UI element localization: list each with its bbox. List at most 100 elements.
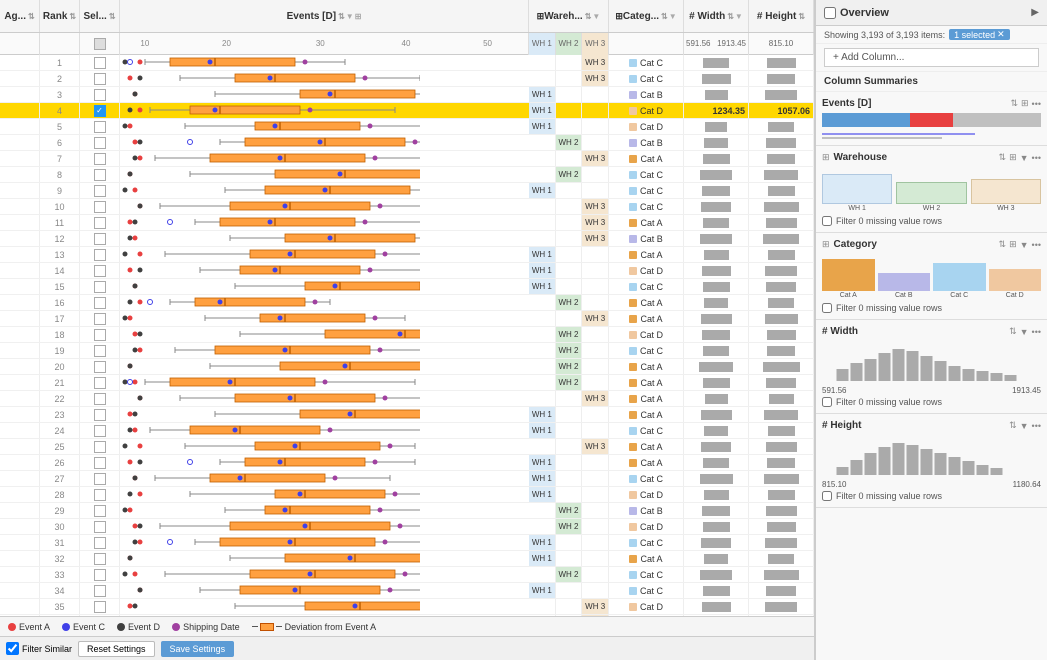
- height-sort-icon[interactable]: ⇅: [798, 12, 805, 21]
- sel-sort-icon[interactable]: ⇅: [109, 12, 116, 21]
- sel-cell[interactable]: [80, 151, 120, 166]
- cat-sort-icon[interactable]: ⇅: [999, 239, 1007, 250]
- row-checkbox[interactable]: [94, 457, 106, 469]
- row-checkbox[interactable]: [94, 505, 106, 517]
- sel-cell[interactable]: [80, 215, 120, 230]
- save-settings-button[interactable]: Save Settings: [161, 641, 235, 657]
- table-row[interactable]: 11: [0, 215, 814, 231]
- table-row[interactable]: 20: [0, 359, 814, 375]
- row-checkbox[interactable]: [94, 73, 106, 85]
- height-filter-checkbox[interactable]: [822, 491, 832, 501]
- height-sort-icon2[interactable]: ⇅: [1009, 420, 1017, 431]
- row-checkbox[interactable]: [94, 89, 106, 101]
- table-row[interactable]: 17: [0, 311, 814, 327]
- table-row[interactable]: 6: [0, 135, 814, 151]
- table-row[interactable]: 31: [0, 535, 814, 551]
- row-checkbox[interactable]: [94, 153, 106, 165]
- table-row[interactable]: 24: [0, 423, 814, 439]
- width-filter-icon[interactable]: ▼: [735, 12, 743, 21]
- row-checkbox[interactable]: [94, 409, 106, 421]
- table-row[interactable]: 30: [0, 519, 814, 535]
- sel-cell[interactable]: ✓: [80, 103, 120, 118]
- warehouse-sort-icon[interactable]: ⇅: [585, 12, 592, 21]
- row-checkbox[interactable]: [94, 121, 106, 133]
- category-filter-icon[interactable]: ▼: [669, 12, 677, 21]
- sel-cell[interactable]: [80, 199, 120, 214]
- overview-checkbox[interactable]: [824, 7, 836, 19]
- wh-view-icon[interactable]: ⊞: [1009, 152, 1017, 163]
- sel-cell[interactable]: [80, 503, 120, 518]
- sel-cell[interactable]: [80, 247, 120, 262]
- row-checkbox[interactable]: [94, 569, 106, 581]
- events-more-icon[interactable]: •••: [1032, 99, 1041, 109]
- width-filter-icon2[interactable]: ▼: [1020, 327, 1029, 337]
- warehouse-filter-icon[interactable]: ▼: [592, 12, 600, 21]
- sel-cell[interactable]: [80, 135, 120, 150]
- ag-sort-icon[interactable]: ⇅: [28, 12, 35, 21]
- sel-cell[interactable]: [80, 567, 120, 582]
- sel-cell[interactable]: [80, 471, 120, 486]
- sel-cell[interactable]: [80, 183, 120, 198]
- events-sort-icon[interactable]: ⇅: [338, 12, 345, 21]
- table-row[interactable]: 29: [0, 503, 814, 519]
- row-checkbox[interactable]: [94, 377, 106, 389]
- table-row[interactable]: 25: [0, 439, 814, 455]
- wh-filter-checkbox[interactable]: [822, 216, 832, 226]
- table-row[interactable]: 2: [0, 71, 814, 87]
- table-row[interactable]: 21: [0, 375, 814, 391]
- row-checkbox[interactable]: [94, 217, 106, 229]
- sel-cell[interactable]: [80, 583, 120, 598]
- width-filter-checkbox[interactable]: [822, 397, 832, 407]
- table-row[interactable]: 23: [0, 407, 814, 423]
- row-checkbox[interactable]: [94, 441, 106, 453]
- sel-cell[interactable]: [80, 359, 120, 374]
- table-row[interactable]: 14: [0, 263, 814, 279]
- wh-more-icon[interactable]: •••: [1032, 153, 1041, 163]
- sel-cell[interactable]: [80, 439, 120, 454]
- filter-similar-checkbox[interactable]: [6, 642, 19, 655]
- row-checkbox[interactable]: [94, 57, 106, 69]
- table-row[interactable]: 16: [0, 295, 814, 311]
- row-checkbox[interactable]: [94, 297, 106, 309]
- row-checkbox[interactable]: [94, 233, 106, 245]
- height-filter-icon2[interactable]: ▼: [1020, 421, 1029, 431]
- row-checkbox[interactable]: [94, 537, 106, 549]
- sel-box[interactable]: [94, 38, 106, 50]
- row-checkbox[interactable]: [94, 345, 106, 357]
- sel-cell[interactable]: [80, 119, 120, 134]
- sel-cell[interactable]: [80, 599, 120, 614]
- data-area[interactable]: 1: [0, 55, 814, 616]
- badge-close-icon[interactable]: ✕: [997, 29, 1005, 40]
- table-row[interactable]: 15: [0, 279, 814, 295]
- wh-filter-icon[interactable]: ▼: [1020, 153, 1029, 163]
- row-checkbox[interactable]: [94, 169, 106, 181]
- row-checkbox[interactable]: [94, 393, 106, 405]
- sel-cell[interactable]: [80, 295, 120, 310]
- row-checkbox[interactable]: [94, 313, 106, 325]
- sel-cell[interactable]: [80, 87, 120, 102]
- table-row[interactable]: 27: [0, 471, 814, 487]
- sel-cell[interactable]: [80, 551, 120, 566]
- row-checkbox[interactable]: [94, 137, 106, 149]
- row-checkbox[interactable]: [94, 489, 106, 501]
- table-row[interactable]: 3: [0, 87, 814, 103]
- row-checkbox[interactable]: [94, 521, 106, 533]
- table-row[interactable]: 8: [0, 167, 814, 183]
- row-checkbox[interactable]: [94, 185, 106, 197]
- events-sort-icon[interactable]: ⇅: [1010, 98, 1018, 109]
- table-row[interactable]: 9: [0, 183, 814, 199]
- row-checkbox[interactable]: [94, 601, 106, 613]
- sel-cell[interactable]: [80, 487, 120, 502]
- sel-cell[interactable]: [80, 327, 120, 342]
- sel-cell[interactable]: [80, 279, 120, 294]
- sel-cell[interactable]: [80, 535, 120, 550]
- row-checkbox[interactable]: [94, 361, 106, 373]
- right-scroll-area[interactable]: Events [D] ⇅ ⊞ •••: [816, 92, 1047, 660]
- table-row[interactable]: 32: [0, 551, 814, 567]
- table-row[interactable]: 13: [0, 247, 814, 263]
- row-checkbox[interactable]: [94, 473, 106, 485]
- table-row[interactable]: 18: [0, 327, 814, 343]
- sel-cell[interactable]: [80, 391, 120, 406]
- row-checkbox[interactable]: [94, 249, 106, 261]
- sel-cell[interactable]: [80, 519, 120, 534]
